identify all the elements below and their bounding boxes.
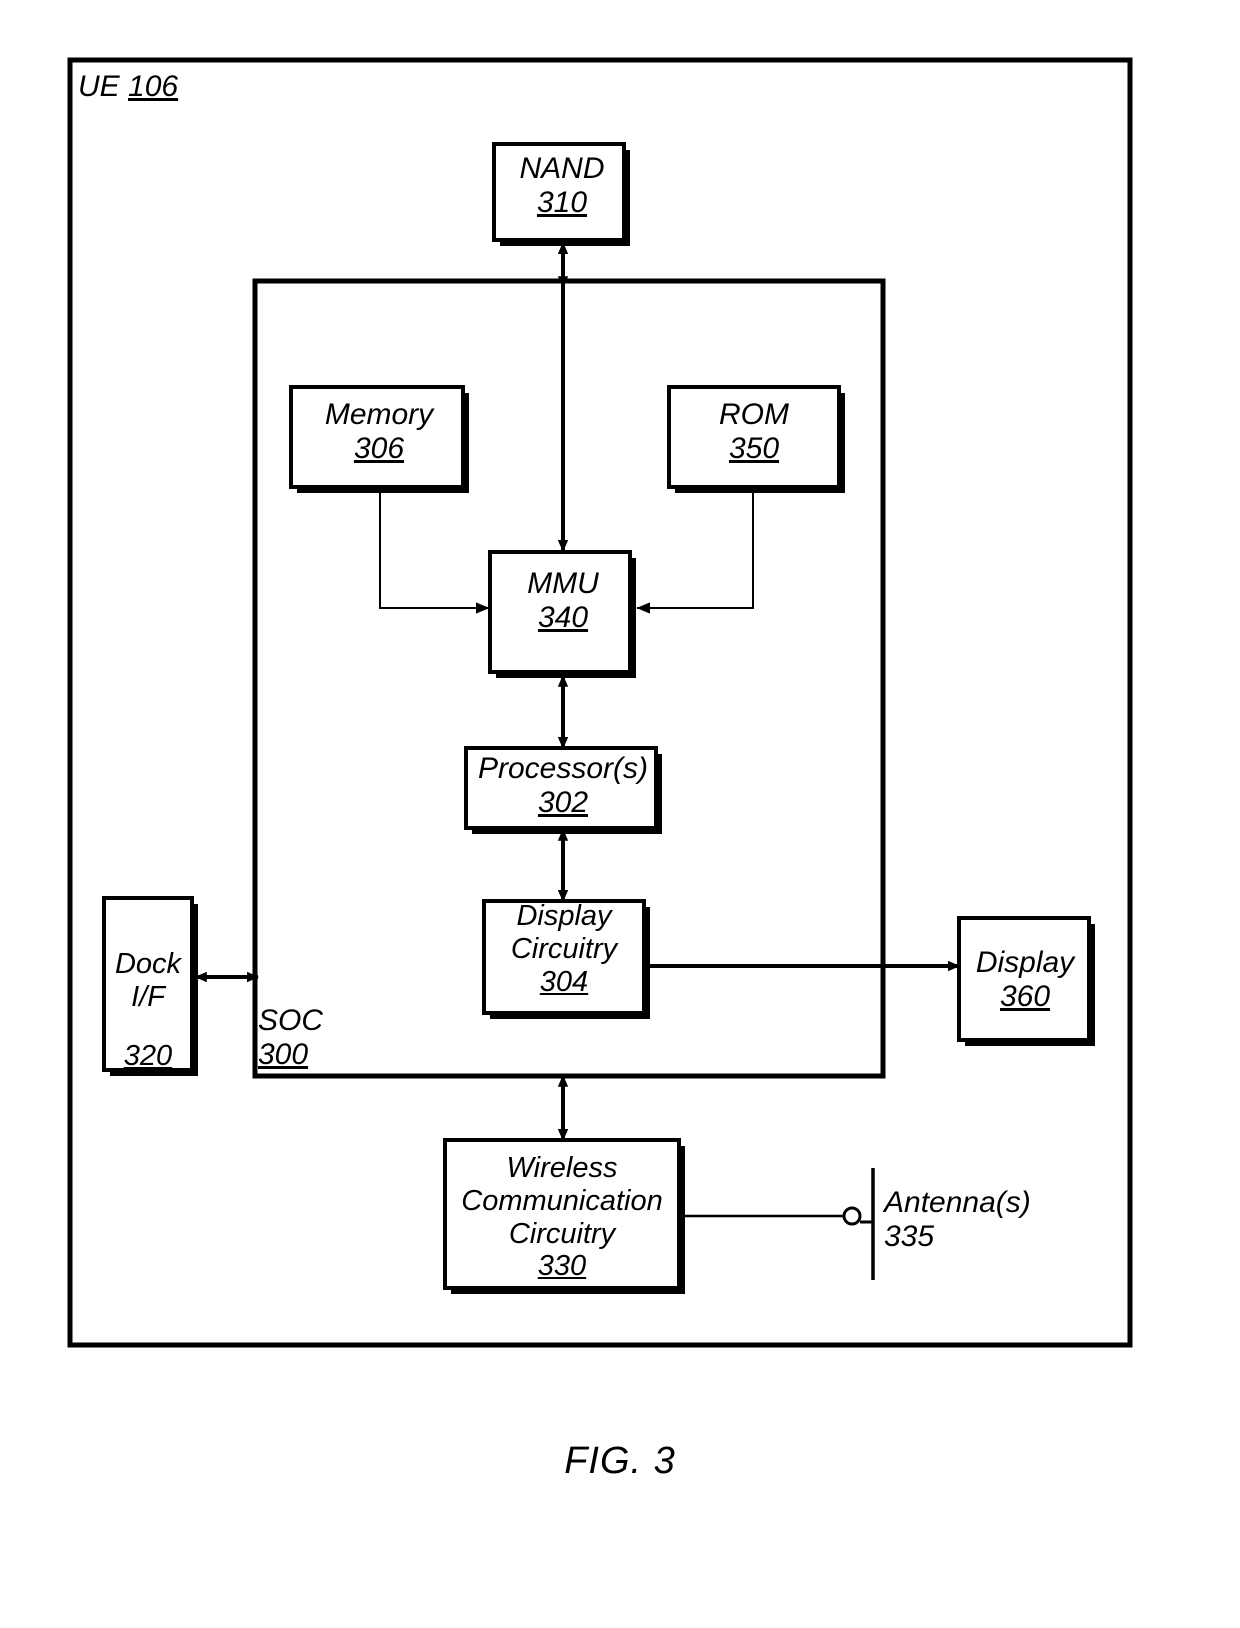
display-circuitry-label: Display Circuitry 304 <box>484 900 644 998</box>
soc-label: SOC 300 <box>258 1004 366 1072</box>
mmu-label-ref: 340 <box>537 600 589 634</box>
nand-label: NAND 310 <box>490 152 634 220</box>
ue-label-ref: 106 <box>128 70 179 103</box>
dock-if-label: Dock I/F <box>100 948 196 1014</box>
processor-label-ref: 302 <box>537 785 589 819</box>
connector-mmu-rom <box>636 479 759 614</box>
antenna-label: Antenna(s) 335 <box>884 1186 1042 1254</box>
antenna-label-name: Antenna(s) <box>884 1186 1031 1219</box>
wireless-comm-label: Wireless Communication Circuitry 330 <box>446 1152 678 1283</box>
dock-if-label-ref: 320 <box>123 1040 173 1072</box>
figure-caption: FIG. 3 <box>564 1440 676 1482</box>
patent-figure-3: UE 106 NAND 310 Memory 306 ROM 350 MMU 340 P… <box>0 0 1240 1628</box>
wireless-comm-label-ref: 330 <box>537 1250 587 1283</box>
rom-label-name: ROM <box>719 398 789 431</box>
dock-if-label-name: Dock I/F <box>114 948 182 1013</box>
nand-label-name: NAND <box>519 152 605 185</box>
processor-label-name: Processor(s) <box>477 752 649 785</box>
display-circuitry-label-name: Display Circuitry <box>510 900 618 965</box>
display-label: Display 360 <box>958 946 1092 1014</box>
dock-if-ref-label: 320 <box>100 1040 196 1073</box>
wireless-comm-label-name: Wireless Communication Circuitry <box>461 1152 663 1250</box>
mmu-label: MMU 340 <box>492 567 634 635</box>
processor-label: Processor(s) 302 <box>466 752 660 820</box>
soc-label-ref: 300 <box>258 1037 309 1071</box>
nand-label-ref: 310 <box>536 185 588 219</box>
rom-label-ref: 350 <box>728 431 780 465</box>
soc-label-name: SOC <box>258 1004 324 1037</box>
display-circuitry-label-ref: 304 <box>539 965 589 998</box>
ue-label: UE 106 <box>78 70 178 104</box>
memory-label-name: Memory <box>324 398 434 431</box>
mmu-label-name: MMU <box>527 567 599 600</box>
antenna-label-ref: 335 <box>884 1219 935 1253</box>
connector-mmu-memory <box>374 479 490 614</box>
memory-label: Memory 306 <box>290 398 468 466</box>
rom-label: ROM 350 <box>668 398 840 466</box>
memory-label-ref: 306 <box>353 431 405 465</box>
display-label-name: Display <box>975 946 1075 979</box>
antenna-terminal-icon <box>842 1206 862 1226</box>
ue-label-name: UE <box>78 70 120 103</box>
display-label-ref: 360 <box>999 979 1051 1013</box>
